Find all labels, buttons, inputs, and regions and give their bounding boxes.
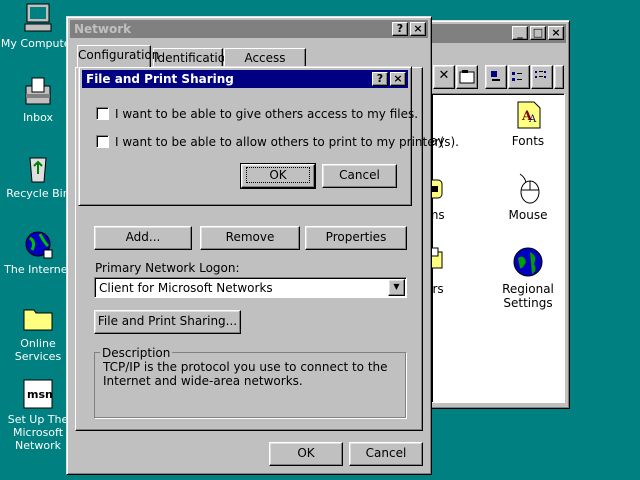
help-button[interactable]: ? bbox=[372, 72, 388, 86]
svg-text:msn: msn bbox=[27, 388, 53, 401]
share-files-label: I want to be able to give others access … bbox=[115, 107, 419, 121]
cancel-button[interactable]: Cancel bbox=[349, 442, 423, 466]
close-button[interactable]: × bbox=[410, 22, 426, 36]
remove-button[interactable]: Remove bbox=[200, 226, 300, 250]
control-panel-item-fonts[interactable]: AA Fonts bbox=[488, 98, 568, 148]
add-button[interactable]: Add... bbox=[94, 226, 192, 250]
button-label: Remove bbox=[225, 230, 275, 244]
desktop-icon-online-services[interactable]: Online Services bbox=[0, 302, 76, 363]
regional-settings-icon bbox=[512, 246, 544, 278]
window-title: File and Print Sharing bbox=[86, 72, 234, 86]
delete-toolbar-button[interactable]: ✕ bbox=[433, 65, 455, 89]
share-printers-checkbox[interactable] bbox=[96, 135, 109, 148]
folder-icon bbox=[22, 302, 54, 334]
svg-text:A: A bbox=[528, 114, 537, 125]
control-panel-item-mouse[interactable]: Mouse bbox=[488, 172, 568, 222]
delete-icon: ✕ bbox=[438, 68, 450, 83]
description-label: Description bbox=[100, 346, 173, 360]
button-label: OK bbox=[246, 167, 310, 183]
tab-configuration[interactable]: Configuration bbox=[77, 45, 159, 67]
share-printers-label: I want to be able to allow others to pri… bbox=[115, 135, 459, 149]
desktop-icon-msn[interactable]: msn Set Up The Microsoft Network bbox=[0, 378, 76, 452]
fonts-icon: AA bbox=[512, 98, 544, 130]
details-view-button[interactable] bbox=[554, 65, 564, 89]
primary-logon-select[interactable]: Client for Microsoft Networks ▼ bbox=[94, 277, 407, 298]
toolbar: ✕ bbox=[431, 65, 565, 91]
tab-access-control[interactable]: Access Control bbox=[224, 48, 306, 83]
desktop-icon-label: Online Services bbox=[14, 337, 62, 363]
msn-icon: msn bbox=[22, 378, 54, 410]
chevron-down-icon: ▼ bbox=[393, 282, 400, 291]
item-label: Fonts bbox=[511, 134, 545, 148]
ok-button[interactable]: OK bbox=[240, 163, 316, 189]
help-button[interactable]: ? bbox=[392, 22, 408, 36]
list-icon bbox=[535, 71, 546, 78]
large-icons-icon bbox=[491, 71, 500, 81]
desktop-icon-internet[interactable]: The Internet bbox=[0, 228, 76, 276]
desktop-icon-label: Recycle Bin bbox=[6, 187, 70, 200]
item-label: Regional Settings bbox=[502, 282, 554, 310]
item-label: Mouse bbox=[508, 208, 548, 222]
desktop-icon-label: My Computer bbox=[0, 37, 76, 50]
ok-button[interactable]: OK bbox=[269, 442, 343, 466]
mouse-icon bbox=[512, 172, 544, 204]
description-text: TCP/IP is the protocol you use to connec… bbox=[103, 360, 388, 388]
share-files-checkbox[interactable] bbox=[96, 107, 109, 120]
maximize-button[interactable]: □ bbox=[530, 26, 546, 40]
cancel-button[interactable]: Cancel bbox=[322, 164, 397, 188]
small-icons-icon bbox=[512, 72, 522, 81]
small-icons-button[interactable] bbox=[508, 65, 530, 89]
network-titlebar[interactable]: Network ? × bbox=[70, 20, 428, 38]
button-label: Cancel bbox=[365, 446, 407, 460]
desktop-icon-label: Inbox bbox=[22, 111, 54, 124]
button-label: Cancel bbox=[339, 168, 380, 182]
list-view-button[interactable] bbox=[531, 65, 553, 89]
control-panel-titlebar[interactable]: _ □ × bbox=[414, 24, 566, 43]
properties-icon bbox=[459, 70, 475, 84]
properties-button[interactable]: Properties bbox=[305, 226, 407, 250]
large-icons-button[interactable] bbox=[485, 65, 507, 89]
desktop-icon-inbox[interactable]: Inbox bbox=[0, 76, 76, 124]
properties-toolbar-button[interactable] bbox=[456, 65, 478, 89]
sharing-titlebar[interactable]: File and Print Sharing ? × bbox=[82, 70, 408, 88]
file-and-print-sharing-button[interactable]: File and Print Sharing... bbox=[94, 310, 241, 334]
primary-logon-label: Primary Network Logon: bbox=[95, 261, 240, 275]
my-computer-icon bbox=[22, 2, 54, 34]
button-label: Properties bbox=[325, 230, 387, 244]
window-title: Network bbox=[74, 22, 132, 36]
close-button[interactable]: × bbox=[548, 26, 564, 40]
control-panel-item-regional-settings[interactable]: Regional Settings bbox=[488, 246, 568, 310]
button-label: File and Print Sharing... bbox=[97, 314, 238, 328]
recycle-bin-icon bbox=[22, 152, 54, 184]
inbox-icon bbox=[22, 76, 54, 108]
file-print-sharing-dialog[interactable]: File and Print Sharing ? × I want to be … bbox=[78, 66, 459, 206]
internet-icon bbox=[22, 228, 54, 260]
button-label: OK bbox=[297, 446, 315, 460]
button-label: Add... bbox=[125, 230, 161, 244]
select-value: Client for Microsoft Networks bbox=[99, 281, 273, 295]
desktop-icon-recycle-bin[interactable]: Recycle Bin bbox=[0, 152, 76, 200]
close-button[interactable]: × bbox=[390, 72, 406, 86]
dropdown-button[interactable]: ▼ bbox=[388, 279, 405, 296]
desktop-icon-label: Set Up The Microsoft Network bbox=[7, 413, 69, 452]
tab-label: Identification bbox=[154, 51, 233, 65]
minimize-button[interactable]: _ bbox=[512, 26, 528, 40]
tab-label: Configuration bbox=[78, 48, 160, 62]
desktop-icon-label: The Internet bbox=[4, 263, 72, 276]
desktop-icon-my-computer[interactable]: My Computer bbox=[0, 2, 76, 50]
tab-identification[interactable]: Identification bbox=[153, 48, 233, 68]
control-panel-window[interactable]: _ □ × ✕ play AA Fonts Mouse ters Regiona… bbox=[410, 20, 570, 409]
